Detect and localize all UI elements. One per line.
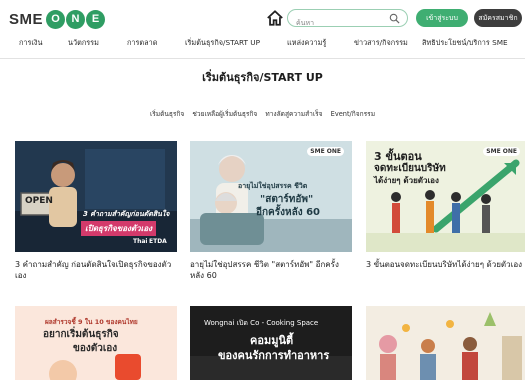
- shop-people-illustration: [366, 306, 525, 380]
- search-icon[interactable]: [389, 13, 400, 24]
- thumbnail-headline-sub: อีกครั้งหลัง 60: [256, 207, 321, 218]
- thumbnail-headline-sub: ของตัวเอง: [73, 343, 118, 354]
- nav-item-knowledge[interactable]: แหล่งความรู้: [287, 38, 326, 49]
- thumbnail-open-sign: OPEN: [25, 196, 53, 206]
- logo-letter-e: E: [86, 9, 106, 29]
- site-logo[interactable]: SME O N E: [9, 8, 106, 30]
- thumbnail-logo-thai: Thai: [133, 238, 148, 245]
- sub-nav-item-start[interactable]: เริ่มต้นธุรกิจ: [150, 110, 184, 118]
- thumbnail-headline-strong: เปิดธุรกิจของตัวเอง: [81, 221, 157, 236]
- article-title[interactable]: อายุไม่ใช่อุปสรรค ชีวิต "สตาร์ทอัพ" อีกค…: [190, 259, 352, 281]
- nav-item-marketing[interactable]: การตลาด: [127, 38, 157, 49]
- thumbnail-headline: 3 คำถามสำคัญก่อนตัดสินใจ: [83, 210, 170, 218]
- home-icon[interactable]: [266, 9, 284, 27]
- article-thumbnail[interactable]: Wongnai เปิด Co - Cooking Space คอมมูนิต…: [190, 306, 352, 380]
- article-card[interactable]: OPEN 3 คำถามสำคัญก่อนตัดสินใจ เปิดธุรกิจ…: [15, 141, 177, 281]
- nav-item-innovation[interactable]: นวัตกรรม: [68, 38, 99, 49]
- article-card[interactable]: Wongnai เปิด Co - Cooking Space คอมมูนิต…: [190, 306, 352, 380]
- article-thumbnail[interactable]: ผลสำรวจชี้ 9 ใน 10 ของคนไทย อยากเริ่มต้น…: [15, 306, 177, 380]
- thumbnail-headline-strong: อยากเริ่มต้นธุรกิจ: [43, 329, 119, 340]
- nav-item-benefits[interactable]: สิทธิประโยชน์/บริการ SME: [422, 38, 508, 49]
- nav-divider: [0, 58, 525, 59]
- nav-item-startup[interactable]: เริ่มต้นธุรกิจ/START UP: [185, 38, 260, 49]
- thumbnail-headline: อายุไม่ใช่อุปสรรค ชีวิต: [238, 182, 308, 190]
- logo-letter-o: O: [46, 9, 66, 29]
- article-card[interactable]: SME ONE 3 ขั้นตอน จดทะเบียนบริษัท ได้ง่า…: [366, 141, 525, 270]
- article-thumbnail[interactable]: OPEN 3 คำถามสำคัญก่อนตัดสินใจ เปิดธุรกิจ…: [15, 141, 177, 252]
- article-thumbnail[interactable]: SME ONE 3 ขั้นตอน จดทะเบียนบริษัท ได้ง่า…: [366, 141, 525, 252]
- page-title: เริ่มต้นธุรกิจ/START UP: [202, 71, 323, 84]
- nav-item-finance[interactable]: การเงิน: [19, 38, 42, 49]
- thumbnail-headline: Wongnai เปิด Co - Cooking Space: [204, 319, 319, 327]
- nav-item-news[interactable]: ข่าวสาร/กิจกรรม: [354, 38, 408, 49]
- register-button[interactable]: สมัครสมาชิก: [474, 9, 522, 27]
- sub-nav-item-event[interactable]: Event/กิจกรรม: [331, 110, 375, 118]
- search-box: [287, 9, 408, 31]
- logo-letter-n: N: [66, 9, 86, 29]
- main-nav: การเงิน นวัตกรรม การตลาด เริ่มต้นธุรกิจ/…: [0, 38, 525, 54]
- thumbnail-badge: SME ONE: [307, 147, 344, 156]
- article-thumbnail[interactable]: SME ONE อายุไม่ใช่อุปสรรค ชีวิต "สตาร์ทอ…: [190, 141, 352, 252]
- article-title[interactable]: 3 ขั้นตอนจดทะเบียนบริษัทได้ง่ายๆ ด้วยตัว…: [366, 259, 525, 270]
- search-input[interactable]: [296, 15, 392, 31]
- article-card[interactable]: [366, 306, 525, 380]
- logo-prefix: SME: [9, 10, 44, 28]
- article-title[interactable]: 3 คำถามสำคัญ ก่อนตัดสินใจเปิดธุรกิจของตั…: [15, 259, 177, 281]
- article-card[interactable]: ผลสำรวจชี้ 9 ใน 10 ของคนไทย อยากเริ่มต้น…: [15, 306, 177, 380]
- article-thumbnail[interactable]: [366, 306, 525, 380]
- login-button[interactable]: เข้าสู่ระบบ: [416, 9, 468, 27]
- sub-nav: เริ่มต้นธุรกิจ ช่วยเหลือผู้เริ่มต้นธุรกิ…: [0, 108, 525, 119]
- thumbnail-badge: SME ONE: [483, 147, 520, 156]
- thumbnail-logo-etda: ETDA: [149, 238, 167, 245]
- sub-nav-item-shortcut[interactable]: ทางลัดสู่ความสำเร็จ: [265, 110, 322, 118]
- sub-nav-item-help[interactable]: ช่วยเหลือผู้เริ่มต้นธุรกิจ: [192, 110, 257, 118]
- thumbnail-headline-sub: ได้ง่ายๆ ด้วยตัวเอง: [374, 176, 439, 185]
- article-card[interactable]: SME ONE อายุไม่ใช่อุปสรรค ชีวิต "สตาร์ทอ…: [190, 141, 352, 281]
- thumbnail-headline: ผลสำรวจชี้ 9 ใน 10 ของคนไทย: [45, 318, 138, 326]
- thumbnail-headline-sub: ของคนรักการทำอาหาร: [218, 349, 330, 362]
